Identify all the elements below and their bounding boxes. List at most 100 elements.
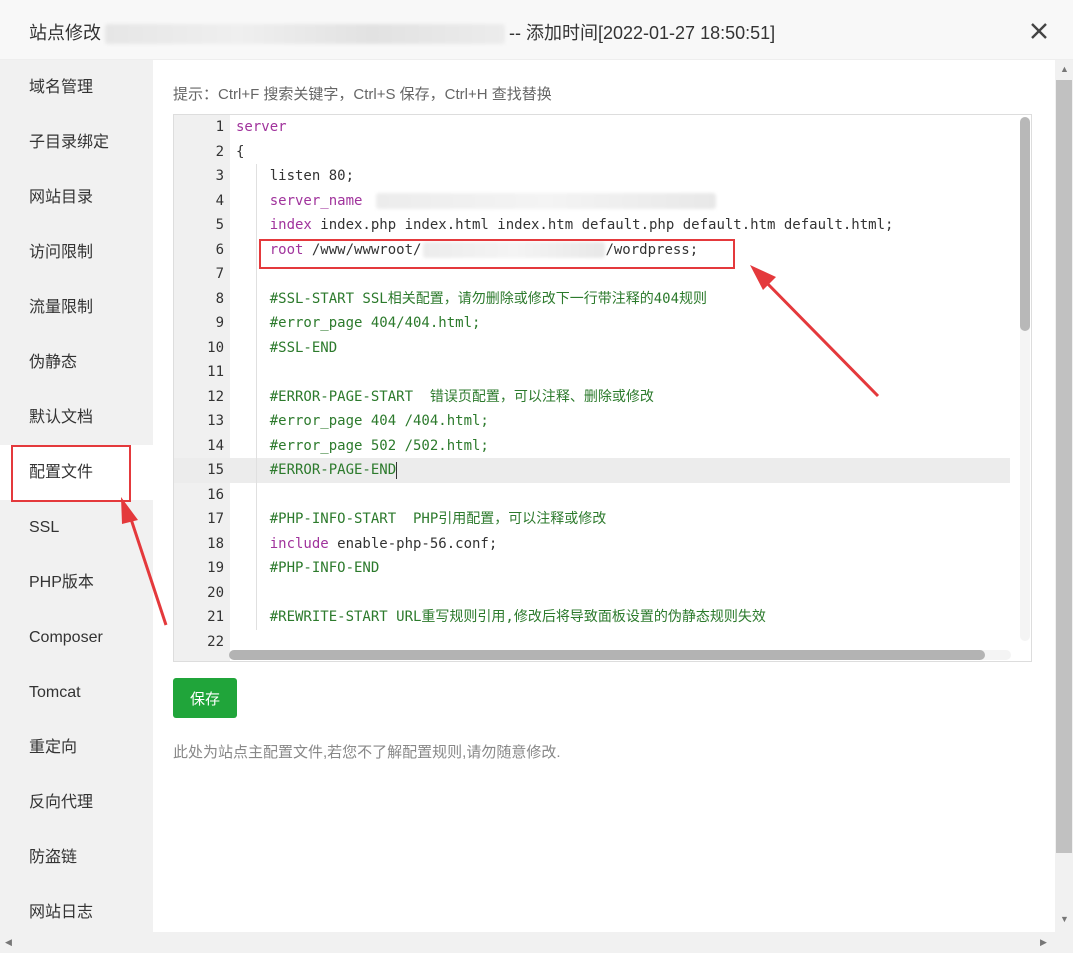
code-value: index.php index.html index.htm default.p…: [311, 217, 894, 233]
window-horizontal-scrollbar[interactable]: [0, 932, 1073, 953]
indent-guide: [256, 360, 257, 385]
code-line[interactable]: 4 server_name: [174, 188, 1010, 214]
redacted-server-name: [376, 192, 717, 209]
line-number: 1: [215, 119, 224, 135]
editor-vertical-scroll-thumb[interactable]: [1020, 117, 1030, 331]
code-text: #ERROR-PAGE-END: [236, 458, 398, 483]
indent-guide: [256, 458, 257, 483]
line-number: 12: [207, 388, 224, 405]
code-comment: #error_page 404 /404.html;: [236, 413, 489, 429]
sidebar-item[interactable]: 网站目录: [0, 170, 153, 225]
shortcut-tip: 提示：Ctrl+F 搜索关键字，Ctrl+S 保存，Ctrl+H 查找替换: [173, 86, 552, 103]
sidebar-item[interactable]: 伪静态: [0, 335, 153, 390]
code-line[interactable]: 18 include enable-php-56.conf;: [174, 531, 1010, 556]
code-keyword: index: [236, 217, 312, 233]
code-line[interactable]: 11: [174, 360, 1010, 385]
title-suffix: -- 添加时间[2022-01-27 18:50:51]: [509, 23, 776, 43]
code-line[interactable]: 1 server: [174, 115, 1010, 140]
code-line[interactable]: 10 #SSL-END: [174, 335, 1010, 360]
title-prefix: 站点修改: [29, 23, 101, 43]
code-line[interactable]: 8 #SSL-START SSL相关配置，请勿删除或修改下一行带注释的404规则: [174, 286, 1010, 311]
indent-guide: [256, 237, 257, 262]
code-line[interactable]: 21 #REWRITE-START URL重写规则引用,修改后将导致面板设置的伪…: [174, 605, 1010, 630]
code-line[interactable]: 16: [174, 482, 1010, 507]
code-line[interactable]: 20: [174, 580, 1010, 605]
indent-guide: [256, 605, 257, 630]
code-comment: #error_page 404/404.html;: [236, 315, 481, 331]
indent-guide: [256, 531, 257, 556]
sidebar-item[interactable]: PHP版本: [0, 555, 153, 610]
code-value: {: [236, 143, 245, 160]
close-icon[interactable]: [1028, 20, 1050, 42]
sidebar-item[interactable]: 默认文档: [0, 390, 153, 445]
code-line[interactable]: 12 #ERROR-PAGE-START 错误页配置，可以注释、删除或修改: [174, 384, 1010, 409]
line-number: 16: [207, 486, 224, 503]
line-number: 20: [207, 584, 224, 601]
scroll-left-arrow-icon[interactable]: ◀: [5, 937, 12, 947]
sidebar-item[interactable]: 重定向: [0, 720, 153, 775]
scroll-down-arrow-icon[interactable]: ▼: [1060, 914, 1069, 924]
editor-vertical-scrollbar[interactable]: [1020, 117, 1030, 641]
config-warning-note: 此处为站点主配置文件,若您不了解配置规则,请勿随意修改.: [173, 744, 561, 761]
scroll-up-arrow-icon[interactable]: ▲: [1060, 64, 1069, 74]
code-line[interactable]: 5 index index.php index.html index.htm d…: [174, 213, 1010, 238]
code-line[interactable]: 14 #error_page 502 /502.html;: [174, 433, 1010, 459]
sidebar-item[interactable]: Tomcat: [0, 665, 153, 720]
annotation-box-root-line: [259, 239, 735, 269]
code-keyword: server: [236, 119, 287, 135]
code-keyword: server_name: [236, 192, 363, 209]
redacted-domain: [105, 24, 505, 45]
sidebar-item[interactable]: Composer: [0, 610, 153, 665]
sidebar-item[interactable]: 域名管理: [0, 60, 153, 115]
code-comment: #REWRITE-START URL重写规则引用,修改后将导致面板设置的伪静态规…: [236, 609, 766, 625]
save-button[interactable]: 保存: [173, 678, 237, 718]
code-text: #REWRITE-START URL重写规则引用,修改后将导致面板设置的伪静态规…: [236, 605, 766, 630]
line-number: 17: [207, 511, 224, 527]
editor-horizontal-scrollbar[interactable]: [229, 650, 1011, 660]
code-comment: #PHP-INFO-START PHP引用配置，可以注释或修改: [236, 511, 607, 527]
code-text: #PHP-INFO-END: [236, 556, 380, 581]
line-number: 5: [215, 217, 224, 233]
line-number: 8: [215, 290, 224, 307]
code-text: #error_page 502 /502.html;: [236, 434, 489, 459]
sidebar-item[interactable]: SSL: [0, 500, 153, 555]
line-number: 18: [207, 535, 224, 552]
code-comment: #PHP-INFO-END: [236, 560, 380, 576]
sidebar-item[interactable]: 防盗链: [0, 830, 153, 885]
line-number: 13: [207, 413, 224, 429]
code-line[interactable]: 13 #error_page 404 /404.html;: [174, 409, 1010, 434]
indent-guide: [256, 188, 257, 213]
code-line[interactable]: 17 #PHP-INFO-START PHP引用配置，可以注释或修改: [174, 507, 1010, 532]
sidebar-item[interactable]: 反向代理: [0, 775, 153, 830]
code-line[interactable]: 15 #ERROR-PAGE-END: [174, 458, 1010, 483]
code-comment: #error_page 502 /502.html;: [236, 437, 489, 454]
indent-guide: [256, 556, 257, 581]
code-line[interactable]: 19 #PHP-INFO-END: [174, 556, 1010, 581]
indent-guide: [256, 409, 257, 434]
code-text: server_name: [236, 189, 717, 214]
sidebar-item[interactable]: 流量限制: [0, 280, 153, 335]
line-number: 2: [215, 143, 224, 160]
sidebar-item[interactable]: 访问限制: [0, 225, 153, 280]
line-number: 19: [207, 560, 224, 576]
code-text: {: [236, 140, 244, 165]
scroll-right-arrow-icon[interactable]: ▶: [1040, 937, 1047, 947]
line-number: 15: [207, 462, 224, 478]
editor-horizontal-scroll-thumb[interactable]: [229, 650, 985, 660]
window-vertical-scroll-thumb[interactable]: [1056, 80, 1072, 853]
indent-guide: [256, 262, 257, 287]
line-number: 4: [215, 192, 224, 209]
code-line[interactable]: 3 listen 80;: [174, 164, 1010, 189]
sidebar-item[interactable]: 子目录绑定: [0, 115, 153, 170]
code-text: server: [236, 115, 287, 140]
annotation-box-config-file: [11, 445, 131, 502]
code-comment: #SSL-START SSL相关配置，请勿删除或修改下一行带注释的404规则: [236, 290, 708, 307]
code-line[interactable]: 9 #error_page 404/404.html;: [174, 311, 1010, 336]
code-line[interactable]: 2{: [174, 140, 1010, 165]
indent-guide: [256, 213, 257, 238]
code-editor[interactable]: 1 server 2{3 listen 80; 4 server_name 5 inde…: [173, 114, 1032, 662]
code-keyword: include: [236, 535, 329, 552]
line-number: 22: [207, 633, 224, 650]
indent-guide: [256, 507, 257, 532]
indent-guide: [256, 433, 257, 458]
